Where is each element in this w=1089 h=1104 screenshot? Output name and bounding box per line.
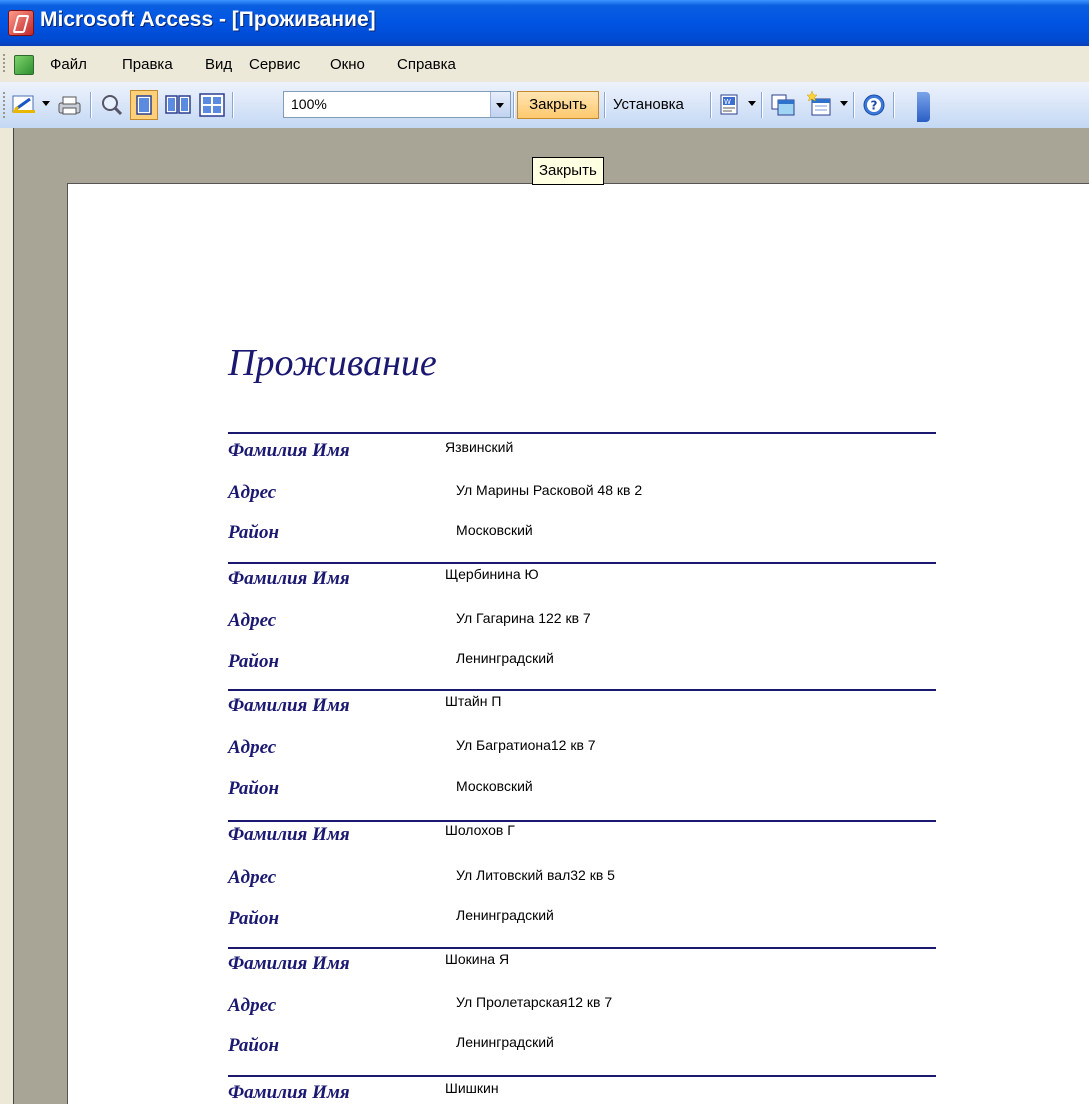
window-left-frame <box>0 128 14 1104</box>
record-divider <box>228 947 936 949</box>
label-district: Район <box>228 522 279 543</box>
view-dropdown-arrow[interactable] <box>42 101 50 106</box>
label-address: Адрес <box>228 995 277 1016</box>
menu-bar: Файл Правка Вид Сервис Окно Справка <box>0 46 1089 82</box>
two-pages-icon[interactable] <box>164 92 192 118</box>
label-district: Район <box>228 651 279 672</box>
close-tooltip: Закрыть <box>532 157 604 185</box>
svg-text:W: W <box>724 98 731 106</box>
label-address: Адрес <box>228 482 277 503</box>
label-name: Фамилия Имя <box>228 824 350 845</box>
value-name: Штайн П <box>445 693 502 709</box>
label-name: Фамилия Имя <box>228 568 350 589</box>
toolbar-separator <box>761 92 763 118</box>
menu-edit[interactable]: Правка <box>122 56 173 73</box>
value-address: Ул Пролетарская12 кв 7 <box>456 994 613 1010</box>
print-icon[interactable] <box>57 94 83 116</box>
record-divider <box>228 432 936 434</box>
report-title: Проживание <box>228 342 437 384</box>
zoom-select[interactable]: 100% <box>283 91 511 118</box>
record-divider <box>228 562 936 564</box>
toolbar-separator <box>604 92 606 118</box>
toolbar-separator <box>90 92 92 118</box>
menu-tools[interactable]: Сервис <box>249 56 300 73</box>
new-object-icon[interactable] <box>806 90 834 118</box>
database-window-icon[interactable] <box>770 93 796 117</box>
print-preview-toolbar: 100% Закрыть Установка W ? <box>0 82 1089 129</box>
label-address: Адрес <box>228 610 277 631</box>
view-design-icon[interactable] <box>12 93 38 115</box>
value-district: Ленинградский <box>456 650 554 666</box>
close-button[interactable]: Закрыть <box>517 91 599 119</box>
window-title: Microsoft Access - [Проживание] <box>40 8 376 31</box>
label-district: Район <box>228 778 279 799</box>
label-address: Адрес <box>228 867 277 888</box>
toolbar-separator <box>232 92 234 118</box>
record-divider <box>228 820 936 822</box>
value-name: Язвинский <box>445 439 514 455</box>
value-district: Московский <box>456 778 533 794</box>
toolbar-separator <box>513 92 515 118</box>
label-name: Фамилия Имя <box>228 1082 350 1103</box>
menu-window[interactable]: Окно <box>330 56 365 73</box>
value-district: Московский <box>456 522 533 538</box>
office-links-dropdown-arrow[interactable] <box>748 101 756 106</box>
menu-file[interactable]: Файл <box>50 56 87 73</box>
label-name: Фамилия Имя <box>228 440 350 461</box>
help-icon[interactable]: ? <box>862 93 886 117</box>
new-object-dropdown-arrow[interactable] <box>840 101 848 106</box>
value-name: Шокина Я <box>445 951 510 967</box>
report-page[interactable] <box>67 183 1089 1104</box>
value-name: Шолохов Г <box>445 822 515 838</box>
value-name: Шишкин <box>445 1080 499 1096</box>
office-links-icon[interactable]: W <box>718 93 742 117</box>
menu-view[interactable]: Вид <box>205 56 232 73</box>
label-district: Район <box>228 908 279 929</box>
multiple-pages-icon[interactable] <box>198 92 226 118</box>
title-bar: Microsoft Access - [Проживание] <box>0 0 1089 46</box>
zoom-icon[interactable] <box>100 93 124 117</box>
label-name: Фамилия Имя <box>228 953 350 974</box>
toolbar-options-icon[interactable] <box>917 92 930 122</box>
zoom-value: 100% <box>291 96 327 112</box>
access-app-icon[interactable] <box>8 10 34 36</box>
toolbar-separator <box>710 92 712 118</box>
value-address: Ул Гагарина 122 кв 7 <box>456 610 591 626</box>
value-address: Ул Багратиона12 кв 7 <box>456 737 596 753</box>
value-address: Ул Марины Расковой 48 кв 2 <box>456 482 643 498</box>
record-divider <box>228 1075 936 1077</box>
value-name: Щербинина Ю <box>445 566 539 582</box>
toolbar-separator <box>893 92 895 118</box>
toolbar-separator <box>853 92 855 118</box>
value-district: Ленинградский <box>456 1034 554 1050</box>
record-divider <box>228 689 936 691</box>
label-address: Адрес <box>228 737 277 758</box>
one-page-icon[interactable] <box>130 90 158 120</box>
label-district: Район <box>228 1035 279 1056</box>
value-district: Ленинградский <box>456 907 554 923</box>
menu-help[interactable]: Справка <box>397 56 456 73</box>
menu-grip[interactable] <box>3 54 5 74</box>
value-address: Ул Литовский вал32 кв 5 <box>456 867 615 883</box>
document-icon[interactable] <box>14 55 34 75</box>
toolbar-grip[interactable] <box>3 92 5 118</box>
label-name: Фамилия Имя <box>228 695 350 716</box>
chevron-down-icon[interactable] <box>490 92 510 117</box>
setup-button[interactable]: Установка <box>613 96 684 113</box>
svg-text:?: ? <box>871 99 878 113</box>
